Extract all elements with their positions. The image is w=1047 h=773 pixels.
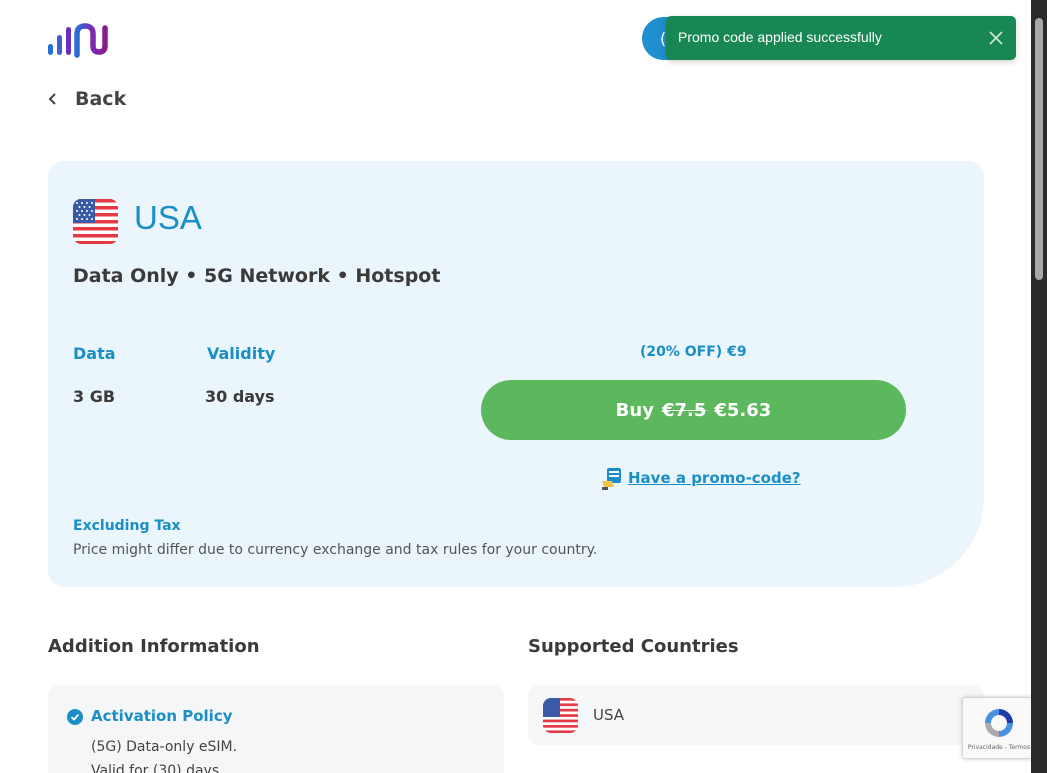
plan-features: Data Only • 5G Network • Hotspot (73, 265, 441, 287)
validity-label: Validity (207, 344, 276, 363)
country-name: USA (593, 706, 625, 724)
page-scrollbar[interactable] (1031, 0, 1047, 773)
toast-message: Promo code applied successfully (678, 29, 882, 45)
brand-logo (48, 23, 108, 58)
discount-badge: (20% OFF) €9 (640, 344, 747, 360)
tax-note: Price might differ due to currency excha… (73, 542, 598, 558)
activation-policy-title: Activation Policy (91, 707, 233, 725)
policy-line: Valid for (30) days. (91, 763, 224, 773)
usa-flag-icon (73, 199, 118, 244)
validity-value: 30 days (205, 387, 275, 406)
country-list-item: USA (528, 685, 984, 745)
recaptcha-terms[interactable]: Privacidade - Termos (963, 744, 1035, 751)
recaptcha-icon (985, 709, 1013, 737)
scrollbar-thumb[interactable] (1035, 18, 1043, 280)
buy-label: Buy (615, 399, 654, 421)
toast-notification: Promo code applied successfully (666, 16, 1016, 60)
policy-line: (5G) Data-only eSIM. (91, 739, 238, 755)
usa-flag-icon (543, 698, 578, 733)
country-title: USA (134, 199, 202, 236)
promo-code-link[interactable]: Have a promo-code? (600, 465, 801, 491)
data-label: Data (73, 344, 116, 363)
back-label: Back (75, 88, 127, 110)
check-circle-icon (67, 709, 83, 725)
back-button[interactable]: Back (47, 88, 126, 110)
supported-countries-title: Supported Countries (528, 636, 739, 657)
recaptcha-badge[interactable]: Privacidade - Termos (962, 697, 1034, 759)
chevron-left-icon (48, 93, 56, 105)
promo-link-label: Have a promo-code? (628, 469, 801, 487)
activation-policy-box: Activation Policy (5G) Data-only eSIM. V… (48, 685, 504, 773)
promo-ticket-icon (602, 468, 621, 490)
buy-button[interactable]: Buy €7.5 €5.63 (481, 380, 906, 440)
plan-card: USA Data Only • 5G Network • Hotspot Dat… (48, 161, 984, 587)
new-price: €5.63 (714, 399, 772, 421)
tax-title: Excluding Tax (73, 518, 181, 534)
data-value: 3 GB (73, 387, 116, 406)
additional-info-title: Addition Information (48, 636, 260, 657)
old-price: €7.5 (661, 399, 707, 421)
close-icon[interactable] (986, 28, 1006, 48)
